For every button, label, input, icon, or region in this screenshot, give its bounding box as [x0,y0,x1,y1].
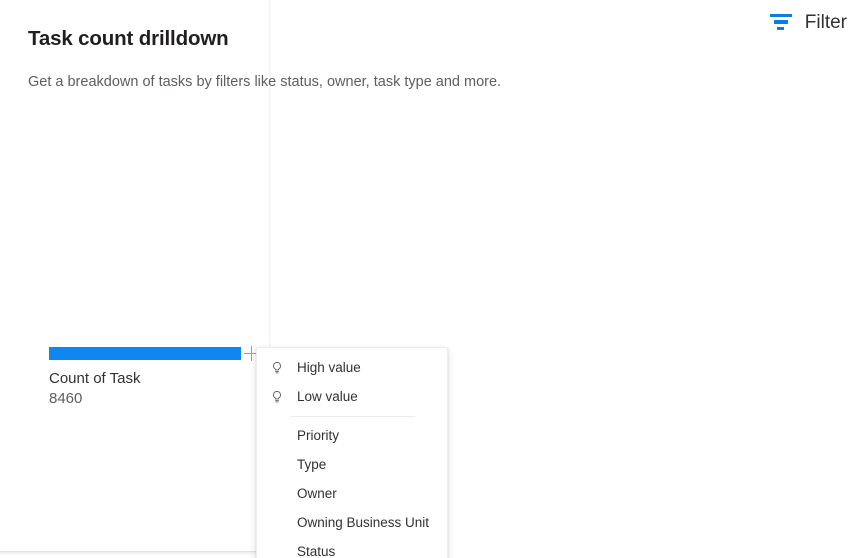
menu-item-label: Low value [297,388,358,404]
menu-item-owner[interactable]: Owner [257,479,447,508]
menu-item-high-value[interactable]: High value [257,353,447,382]
bar-count-of-task[interactable] [49,347,241,360]
drilldown-page: Task count drilldown Get a breakdown of … [0,0,863,558]
bar-value: 8460 [49,390,83,408]
filter-icon-bar-top [769,13,792,17]
menu-item-owning-business-unit[interactable]: Owning Business Unit [257,508,447,537]
menu-item-label: Owner [297,485,337,501]
menu-item-label: Owning Business Unit [297,514,430,530]
menu-item-status[interactable]: Status [257,537,447,558]
drilldown-context-menu[interactable]: High value Low value Priority Type Owner [256,347,448,558]
plus-icon-vertical [251,346,253,361]
menu-item-label: Priority [297,427,340,443]
filter-icon [768,11,794,33]
filter-button[interactable]: Filter [764,8,853,36]
filter-button-label: Filter [804,11,847,33]
page-title: Task count drilldown [28,27,229,50]
page-subtitle: Get a breakdown of tasks by filters like… [28,74,502,90]
menu-item-low-value[interactable]: Low value [257,382,447,411]
menu-item-label: Status [297,543,336,558]
chart-node-root: Count of Task 8460 [49,347,241,410]
menu-item-priority[interactable]: Priority [257,421,447,450]
menu-item-label: Type [297,456,327,472]
menu-divider [291,416,415,417]
menu-item-type[interactable]: Type [257,450,447,479]
lightbulb-icon [269,360,285,376]
lightbulb-icon [269,389,285,405]
menu-item-label: High value [297,359,361,375]
filter-icon-bar-middle [773,20,788,24]
filter-icon-bar-bottom [777,27,785,31]
bar-label: Count of Task [49,370,141,387]
